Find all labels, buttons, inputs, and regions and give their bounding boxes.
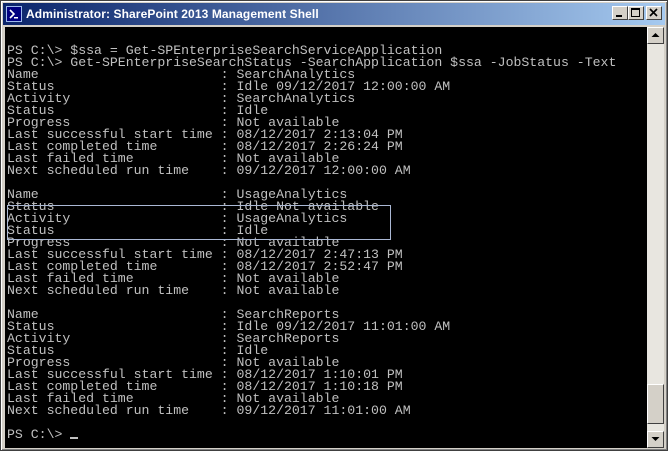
close-icon bbox=[649, 8, 658, 17]
console-line: Next scheduled run time : 09/12/2017 11:… bbox=[7, 403, 411, 418]
minimize-button[interactable] bbox=[612, 6, 628, 20]
powershell-window: Administrator: SharePoint 2013 Managemen… bbox=[0, 0, 668, 451]
vertical-scrollbar[interactable] bbox=[647, 27, 664, 448]
console-line: Next scheduled run time : 09/12/2017 12:… bbox=[7, 163, 411, 178]
scroll-thumb[interactable] bbox=[647, 384, 664, 425]
window-title: Administrator: SharePoint 2013 Managemen… bbox=[26, 7, 319, 21]
arrow-down-icon bbox=[651, 437, 660, 441]
window-controls bbox=[612, 6, 662, 20]
arrow-up-icon bbox=[651, 33, 660, 37]
maximize-icon bbox=[631, 8, 640, 17]
scroll-down-button[interactable] bbox=[647, 431, 664, 448]
close-button[interactable] bbox=[646, 6, 662, 20]
scroll-up-button[interactable] bbox=[647, 27, 664, 44]
console-line: Next scheduled run time : Not available bbox=[7, 283, 340, 298]
console-line: PS C:\> bbox=[7, 428, 647, 441]
maximize-button[interactable] bbox=[628, 6, 644, 20]
text-cursor bbox=[70, 437, 79, 439]
minimize-icon bbox=[616, 15, 622, 17]
console-area[interactable]: PS C:\> $ssa = Get-SPEnterpriseSearchSer… bbox=[5, 27, 647, 448]
title-bar[interactable]: Administrator: SharePoint 2013 Managemen… bbox=[3, 3, 665, 25]
console-output[interactable]: PS C:\> $ssa = Get-SPEnterpriseSearchSer… bbox=[7, 44, 647, 448]
powershell-icon[interactable] bbox=[6, 6, 22, 22]
